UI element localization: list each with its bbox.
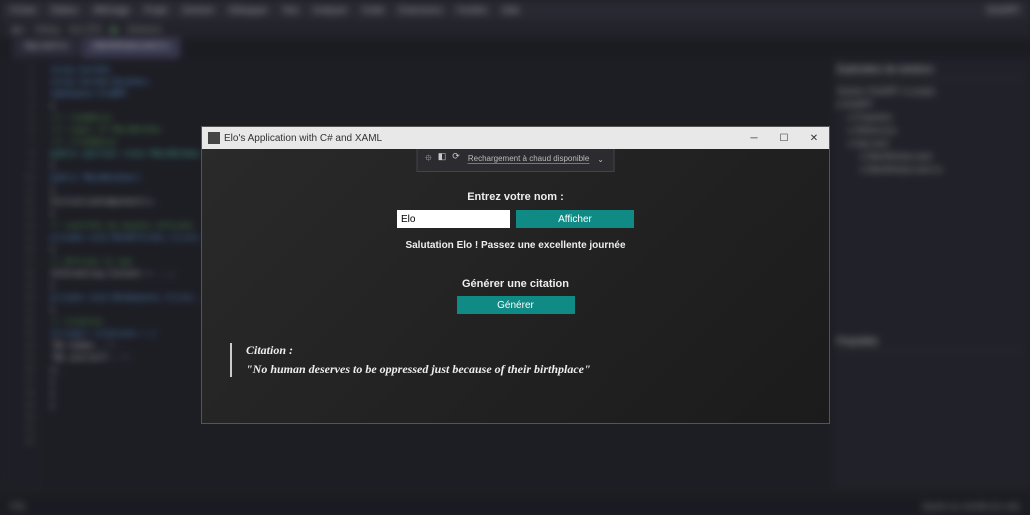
menu-item[interactable]: Projet: [144, 5, 168, 15]
menu-item[interactable]: Test: [282, 5, 299, 15]
tree-item[interactable]: ▸ App.xaml: [837, 137, 1024, 150]
run-button[interactable]: Démarrer: [128, 25, 162, 34]
citation-block: Citation : "No human deserves to be oppr…: [230, 343, 591, 377]
menu-item[interactable]: Analyser: [313, 5, 348, 15]
menu-item[interactable]: Fichier: [10, 5, 37, 15]
menu-item[interactable]: Extensions: [399, 5, 443, 15]
name-input[interactable]: [397, 210, 510, 228]
config-dropdown[interactable]: Debug: [35, 25, 59, 34]
citation-heading: Citation :: [246, 343, 591, 358]
tree-item[interactable]: ▸ Références: [837, 124, 1024, 137]
ide-menubar: Fichier Édition Affichage Projet Générer…: [0, 0, 1030, 20]
close-button[interactable]: ✕: [799, 127, 829, 149]
maximize-button[interactable]: ☐: [769, 127, 799, 149]
chevron-down-icon[interactable]: ⌄: [597, 155, 604, 164]
app-window: Elo's Application with C# and XAML ─ ☐ ✕…: [201, 126, 830, 424]
app-content: Entrez votre nom : Afficher Salutation E…: [202, 149, 829, 423]
menu-item[interactable]: Aide: [502, 5, 520, 15]
editor-tabs: App.xaml.cs MainWindow.xaml.cs: [0, 38, 1030, 58]
status-right: Ajouter au contrôle de code: [922, 502, 1020, 511]
hot-reload-toolbar[interactable]: ⯐ ◧ ⟳ Rechargement à chaud disponible ⌄: [416, 149, 615, 172]
tree-item[interactable]: ▸ MainWindow.xaml.cs: [837, 163, 1024, 176]
titlebar[interactable]: Elo's Application with C# and XAML ─ ☐ ✕: [202, 127, 829, 149]
tab-app-xaml-cs[interactable]: App.xaml.cs: [12, 38, 80, 58]
hot-reload-label[interactable]: Rechargement à chaud disponible: [468, 154, 589, 164]
minimize-button[interactable]: ─: [739, 127, 769, 149]
solution-explorer-title: Explorateur de solutions: [837, 64, 1024, 79]
citation-text: "No human deserves to be oppressed just …: [246, 362, 591, 377]
generate-label: Générer une citation: [202, 278, 829, 290]
tree-item[interactable]: ▸ Properties: [837, 111, 1024, 124]
menu-item[interactable]: Générer: [181, 5, 214, 15]
generer-button[interactable]: Générer: [457, 296, 575, 314]
menu-item[interactable]: Affichage: [93, 5, 130, 15]
platform-dropdown[interactable]: Any CPU: [69, 25, 102, 34]
menu-item[interactable]: Déboguer: [228, 5, 268, 15]
tree-item[interactable]: Solution 'EloWPF' (1 projet): [837, 85, 1024, 98]
ide-toolbar: ◉ ▸ Debug Any CPU ▶ Démarrer: [0, 20, 1030, 38]
name-label: Entrez votre nom :: [202, 191, 829, 203]
status-left: Prêt: [10, 502, 25, 511]
tree-item[interactable]: ▸ EloWPF: [837, 98, 1024, 111]
tab-mainwindow-xaml-cs[interactable]: MainWindow.xaml.cs: [82, 38, 181, 58]
menu-item[interactable]: Fenêtre: [457, 5, 488, 15]
greeting-text: Salutation Elo ! Passez une excellente j…: [202, 240, 829, 251]
solution-title: EloWPF: [987, 5, 1020, 15]
afficher-button[interactable]: Afficher: [516, 210, 634, 228]
app-icon: [208, 132, 220, 144]
select-element-icon[interactable]: ⯐: [425, 151, 432, 167]
line-gutter: 1234567891011121314151617181920212223242…: [0, 58, 40, 488]
properties-panel-title: Propriétés: [837, 336, 1024, 351]
window-title: Elo's Application with C# and XAML: [224, 133, 382, 144]
tree-item[interactable]: ▸ MainWindow.xaml: [837, 150, 1024, 163]
hot-reload-icon[interactable]: ⟳: [452, 151, 460, 167]
layout-icon[interactable]: ◧: [438, 151, 447, 167]
solution-explorer-panel: Explorateur de solutions Solution 'EloWP…: [830, 58, 1030, 488]
status-bar: Prêt Ajouter au contrôle de code: [0, 497, 1030, 515]
menu-item[interactable]: Outils: [362, 5, 385, 15]
menu-item[interactable]: Édition: [51, 5, 79, 15]
